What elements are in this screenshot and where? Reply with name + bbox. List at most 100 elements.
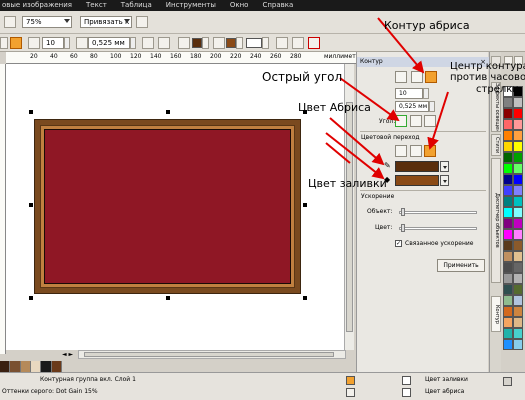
- palette-swatch[interactable]: [513, 174, 523, 185]
- scroll-thumb[interactable]: [84, 352, 334, 357]
- palette-swatch[interactable]: [503, 130, 513, 141]
- selection-handle[interactable]: [166, 296, 170, 300]
- palette-swatch[interactable]: [513, 317, 523, 328]
- palette-swatch[interactable]: [513, 141, 523, 152]
- palette-swatch[interactable]: [503, 163, 513, 174]
- apply-button[interactable]: Применить: [437, 259, 485, 272]
- palette-swatch[interactable]: [503, 328, 513, 339]
- palette-swatch[interactable]: [513, 328, 523, 339]
- fill-bucket-icon[interactable]: [213, 37, 225, 49]
- tab-contour[interactable]: Контур: [491, 296, 501, 332]
- status-right-icon[interactable]: [503, 377, 512, 386]
- palette-swatch[interactable]: [513, 163, 523, 174]
- contour-to-center-icon[interactable]: [395, 71, 407, 83]
- bevel-corner-icon[interactable]: [424, 115, 436, 127]
- linked-acceleration-checkbox[interactable]: ✓: [395, 240, 402, 247]
- palette-swatch[interactable]: [513, 284, 523, 295]
- steps-spinner[interactable]: [423, 88, 429, 99]
- copy-properties-icon[interactable]: [276, 37, 288, 49]
- palette-swatch[interactable]: [503, 240, 513, 251]
- palette-swatch[interactable]: [503, 174, 513, 185]
- palette-swatch[interactable]: [513, 152, 523, 163]
- linear-blend-icon[interactable]: [395, 145, 407, 157]
- palette-swatch[interactable]: [513, 229, 523, 240]
- slider-thumb[interactable]: [401, 208, 405, 216]
- palette-swatch[interactable]: [503, 317, 513, 328]
- selection-handle[interactable]: [166, 110, 170, 114]
- slider-thumb[interactable]: [401, 224, 405, 232]
- round-corner-icon[interactable]: [410, 115, 422, 127]
- sharp-corner-icon[interactable]: [395, 115, 407, 127]
- object-acceleration-slider[interactable]: [399, 211, 477, 214]
- palette-swatch[interactable]: [503, 196, 513, 207]
- palette-swatch[interactable]: [513, 196, 523, 207]
- contour-outside-icon[interactable]: [425, 71, 437, 83]
- palette-swatch[interactable]: [503, 108, 513, 119]
- palette-swatch[interactable]: [503, 262, 513, 273]
- offset-spinner[interactable]: [429, 101, 435, 112]
- selection-handle[interactable]: [29, 203, 33, 207]
- outline-color-swatch[interactable]: [192, 38, 202, 48]
- menu-item-tools[interactable]: Инструменты: [166, 0, 216, 11]
- corner-icon[interactable]: [142, 37, 154, 49]
- contour-inside-icon[interactable]: [411, 71, 423, 83]
- refresh-icon[interactable]: [292, 37, 304, 49]
- zoom-combo[interactable]: 75%: [22, 16, 72, 28]
- clockwise-blend-icon[interactable]: [410, 145, 422, 157]
- palette-swatch[interactable]: [513, 207, 523, 218]
- secondary-color-swatch[interactable]: [246, 38, 262, 48]
- steps-input[interactable]: 10: [395, 88, 423, 99]
- outline-mm-spinner[interactable]: [130, 37, 136, 49]
- selection-handle[interactable]: [29, 296, 33, 300]
- palette-swatch[interactable]: [513, 108, 523, 119]
- menu-item-text[interactable]: Текст: [86, 0, 107, 11]
- menu-item-window[interactable]: Окно: [230, 0, 249, 11]
- fill-color-indicator[interactable]: [402, 376, 411, 385]
- palette-swatch[interactable]: [513, 185, 523, 196]
- status-color-profile[interactable]: Оттенки серого: Dot Gain 15%: [2, 388, 98, 395]
- import-icon[interactable]: [4, 16, 16, 28]
- palette-swatch[interactable]: [513, 295, 523, 306]
- outline-width-spinner[interactable]: [64, 37, 70, 49]
- palette-swatch[interactable]: [513, 119, 523, 130]
- outline-color-bar[interactable]: [395, 161, 439, 172]
- palette-swatch[interactable]: [513, 262, 523, 273]
- tab-object-manager[interactable]: Диспетчер объектов: [491, 158, 501, 283]
- counterclockwise-blend-icon[interactable]: [424, 145, 436, 157]
- tab-styles[interactable]: Стили: [491, 134, 501, 156]
- palette-swatch[interactable]: [503, 218, 513, 229]
- options-icon[interactable]: [136, 16, 148, 28]
- selection-handle[interactable]: [303, 203, 307, 207]
- palette-swatch[interactable]: [503, 97, 513, 108]
- outline-pen-icon[interactable]: [178, 37, 190, 49]
- horizontal-scrollbar[interactable]: [78, 350, 346, 359]
- selection-handle[interactable]: [303, 296, 307, 300]
- menu-item-table[interactable]: Таблица: [121, 0, 152, 11]
- picture-frame-object[interactable]: [34, 119, 301, 294]
- outline-color-dropdown[interactable]: [440, 161, 449, 172]
- fill-color-bar[interactable]: [395, 175, 439, 186]
- menu-item-help[interactable]: Справка: [262, 0, 293, 11]
- palette-swatch[interactable]: [503, 273, 513, 284]
- align-icon[interactable]: [158, 37, 170, 49]
- fill-color-dropdown[interactable]: [236, 37, 243, 49]
- outline-width-mm-input[interactable]: 0,525 мм: [88, 37, 130, 49]
- palette-swatch[interactable]: [503, 152, 513, 163]
- palette-swatch[interactable]: [503, 251, 513, 262]
- palette-swatch[interactable]: [513, 97, 523, 108]
- fill-color-swatch[interactable]: [226, 38, 236, 48]
- palette-swatch[interactable]: [513, 240, 523, 251]
- palette-swatch[interactable]: [503, 141, 513, 152]
- color-acceleration-slider[interactable]: [399, 227, 477, 230]
- outline-color-dropdown[interactable]: [202, 37, 209, 49]
- palette-swatch[interactable]: [513, 306, 523, 317]
- offset-input[interactable]: 0,525 мм: [395, 101, 429, 112]
- page-nav-arrows[interactable]: ◄ ►: [62, 351, 76, 360]
- palette-swatch[interactable]: [503, 207, 513, 218]
- scroll-thumb[interactable]: [346, 102, 353, 332]
- palette-swatch[interactable]: [503, 229, 513, 240]
- palette-swatch[interactable]: [503, 119, 513, 130]
- snap-to-combo[interactable]: Привязать к: [80, 16, 132, 28]
- property-icon[interactable]: [0, 37, 8, 49]
- outline-color-indicator[interactable]: [402, 388, 411, 397]
